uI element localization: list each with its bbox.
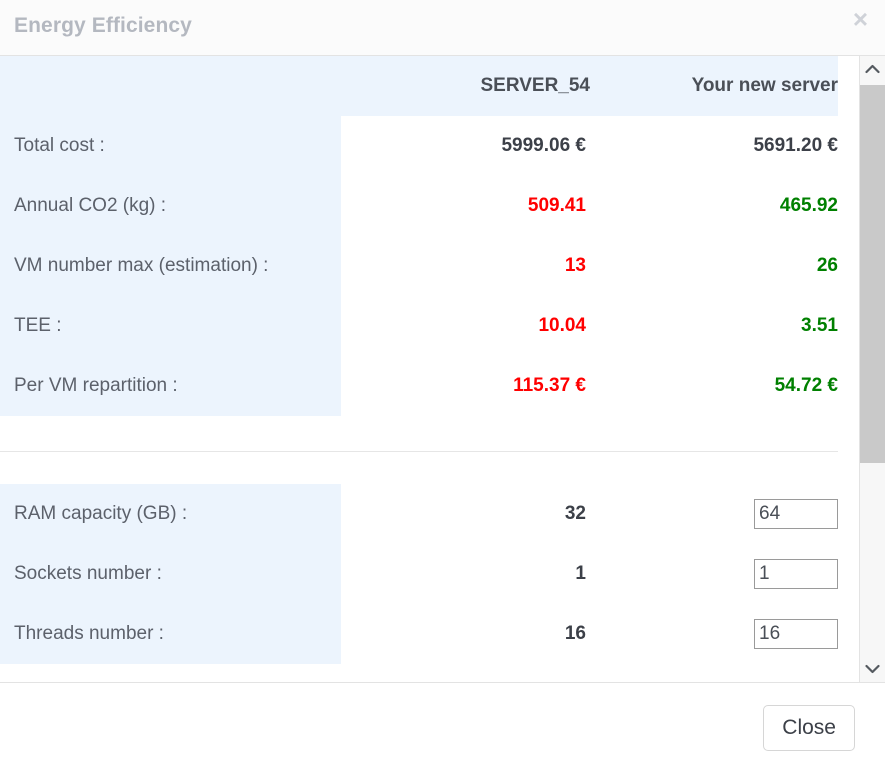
- scrollbar-thumb[interactable]: [860, 85, 885, 463]
- cell-current-value: 13: [564, 255, 586, 276]
- page-title: Energy Efficiency: [14, 14, 192, 37]
- row-label: Sockets number :: [0, 544, 341, 604]
- modal-scroll-viewport: SERVER_54 Your new server Total cost : 59…: [0, 56, 859, 682]
- table-row: Annual CO2 (kg) : 509.41 465.92: [0, 176, 838, 236]
- row-label: VM number max (estimation) :: [0, 236, 341, 296]
- cell-input-wrapper: [590, 544, 838, 604]
- specs-table-body: RAM capacity (GB) : 32 Sockets number : 1 Th…: [0, 484, 838, 664]
- comparison-table-body: Total cost : 5999.06 € 5691.20 € Annual CO2…: [0, 116, 838, 416]
- cell-input-wrapper: [590, 484, 838, 544]
- row-label: Per VM repartition :: [0, 356, 341, 416]
- row-label: Total cost :: [0, 116, 341, 176]
- cell-current-value: 16: [564, 623, 586, 644]
- row-label: Annual CO2 (kg) :: [0, 176, 341, 236]
- column-header-proposed: Your new server: [590, 56, 838, 116]
- chevron-up-icon[interactable]: [860, 56, 885, 82]
- comparison-table-header-row: SERVER_54 Your new server: [0, 56, 838, 116]
- cell-proposed-value: 5691.20 €: [753, 135, 838, 156]
- spec-input-field[interactable]: [754, 499, 838, 529]
- cell-proposed-value: 465.92: [779, 195, 838, 216]
- table-row: Threads number : 16: [0, 604, 838, 664]
- close-icon[interactable]: ×: [853, 6, 868, 32]
- spec-input-field[interactable]: [754, 619, 838, 649]
- spec-input-field[interactable]: [754, 559, 838, 589]
- table-row: VM number max (estimation) : 13 26: [0, 236, 838, 296]
- close-button[interactable]: Close: [763, 705, 855, 751]
- column-header-current: SERVER_54: [341, 56, 590, 116]
- cell-current-value: 509.41: [527, 195, 586, 216]
- table-row: Total cost : 5999.06 € 5691.20 €: [0, 116, 838, 176]
- cell-current-value: 115.37 €: [513, 375, 586, 396]
- row-label: TEE :: [0, 296, 341, 356]
- cell-proposed-value: 3.51: [801, 315, 838, 336]
- table-row: Sockets number : 1: [0, 544, 838, 604]
- modal-content: SERVER_54 Your new server Total cost : 59…: [0, 56, 859, 664]
- modal-footer: Close: [0, 683, 885, 773]
- table-row: TEE : 10.04 3.51: [0, 296, 838, 356]
- cell-current-value: 1: [575, 563, 586, 584]
- vertical-scrollbar[interactable]: [859, 56, 885, 682]
- table-spacer: [0, 416, 859, 421]
- cell-input-wrapper: [590, 604, 838, 664]
- cell-proposed-value: 26: [816, 255, 838, 276]
- cell-proposed-value: 54.72 €: [774, 375, 838, 396]
- table-row: RAM capacity (GB) : 32: [0, 484, 838, 544]
- column-header-label: [0, 56, 341, 116]
- energy-efficiency-modal: Energy Efficiency × SERVER_54 Your new s…: [0, 0, 885, 773]
- chevron-down-icon[interactable]: [860, 656, 885, 682]
- row-label: RAM capacity (GB) :: [0, 484, 341, 544]
- cell-current-value: 32: [564, 503, 586, 524]
- cell-current-value: 10.04: [538, 315, 586, 336]
- modal-body: SERVER_54 Your new server Total cost : 59…: [0, 56, 885, 683]
- row-label: Threads number :: [0, 604, 341, 664]
- cell-current-value: 5999.06 €: [501, 135, 586, 156]
- modal-header: Energy Efficiency ×: [0, 0, 885, 56]
- table-row: Per VM repartition : 115.37 € 54.72 €: [0, 356, 838, 416]
- section-divider: [0, 451, 838, 452]
- comparison-table: SERVER_54 Your new server Total cost : 59…: [0, 56, 838, 416]
- specs-table: RAM capacity (GB) : 32 Sockets number : 1 Th…: [0, 484, 838, 664]
